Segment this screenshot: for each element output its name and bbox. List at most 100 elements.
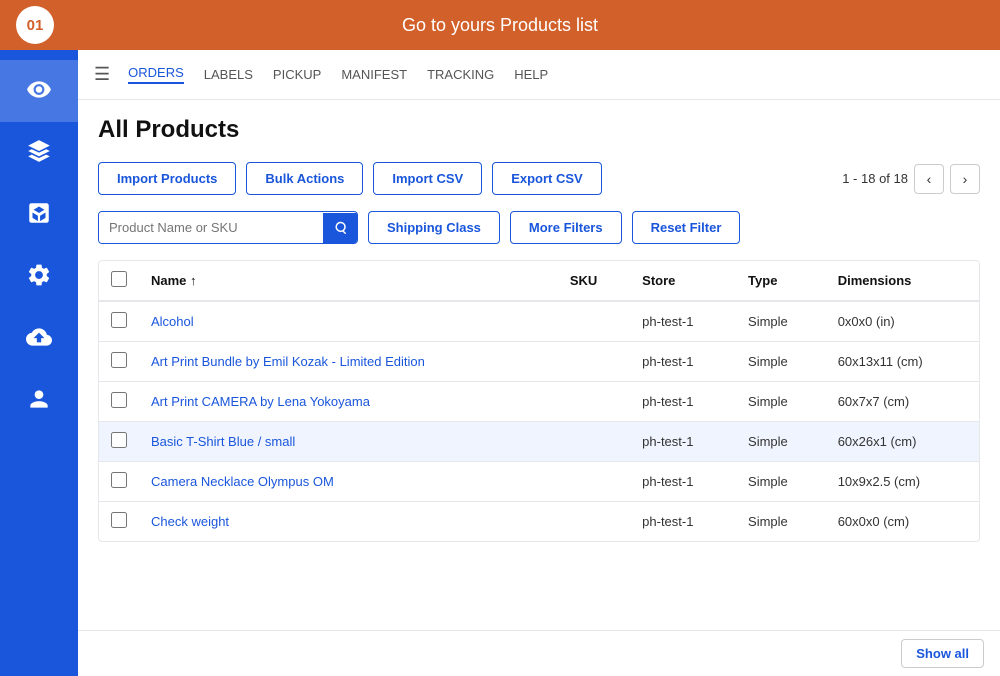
row-store: ph-test-1 [630, 301, 736, 342]
reset-filter-button[interactable]: Reset Filter [632, 211, 741, 244]
row-checkbox-0[interactable] [111, 312, 127, 328]
nav-labels[interactable]: LABELS [204, 67, 253, 82]
main-content: ☰ ORDERS LABELS PICKUP MANIFEST TRACKING… [78, 50, 1000, 676]
header-store: Store [630, 261, 736, 301]
search-button[interactable] [323, 213, 357, 243]
sidebar-item-box[interactable] [0, 184, 78, 246]
row-product-name[interactable]: Basic T-Shirt Blue / small [139, 422, 558, 462]
products-table-wrapper: Name ↑ SKU Store Type Dimensions Alcohol… [98, 260, 980, 542]
upload-icon [26, 324, 52, 355]
more-filters-button[interactable]: More Filters [510, 211, 622, 244]
row-type: Simple [736, 342, 826, 382]
row-product-name[interactable]: Art Print CAMERA by Lena Yokoyama [139, 382, 558, 422]
pagination-text: 1 - 18 of 18 [842, 171, 908, 186]
row-sku [558, 422, 630, 462]
row-sku [558, 462, 630, 502]
settings-icon [26, 262, 52, 293]
row-product-name[interactable]: Alcohol [139, 301, 558, 342]
table-header-row: Name ↑ SKU Store Type Dimensions [99, 261, 979, 301]
pagination-prev-button[interactable]: ‹ [914, 164, 944, 194]
app-logo: 01 [16, 6, 54, 44]
row-checkbox-1[interactable] [111, 352, 127, 368]
sidebar [0, 50, 78, 676]
row-checkbox-cell [99, 502, 139, 542]
sidebar-item-layers[interactable] [0, 122, 78, 184]
row-dimensions: 0x0x0 (in) [826, 301, 979, 342]
export-csv-button[interactable]: Export CSV [492, 162, 602, 195]
shipping-class-button[interactable]: Shipping Class [368, 211, 500, 244]
header-name[interactable]: Name ↑ [139, 261, 558, 301]
table-row: Check weight ph-test-1 Simple 60x0x0 (cm… [99, 502, 979, 542]
header-dimensions: Dimensions [826, 261, 979, 301]
row-sku [558, 301, 630, 342]
table-row: Basic T-Shirt Blue / small ph-test-1 Sim… [99, 422, 979, 462]
nav-help[interactable]: HELP [514, 67, 548, 82]
products-table: Name ↑ SKU Store Type Dimensions Alcohol… [99, 261, 979, 541]
layers-icon [26, 138, 52, 169]
row-checkbox-2[interactable] [111, 392, 127, 408]
select-all-checkbox[interactable] [111, 271, 127, 287]
top-bar: 01 Go to yours Products list [0, 0, 1000, 50]
pagination-info: 1 - 18 of 18 ‹ › [842, 164, 980, 194]
sidebar-item-upload[interactable] [0, 308, 78, 370]
sidebar-item-user[interactable] [0, 370, 78, 432]
nav-tracking[interactable]: TRACKING [427, 67, 494, 82]
row-sku [558, 382, 630, 422]
row-store: ph-test-1 [630, 382, 736, 422]
row-checkbox-4[interactable] [111, 472, 127, 488]
bottom-bar: Show all [78, 630, 1000, 676]
table-row: Art Print CAMERA by Lena Yokoyama ph-tes… [99, 382, 979, 422]
user-icon [26, 386, 52, 417]
header-type: Type [736, 261, 826, 301]
row-product-name[interactable]: Check weight [139, 502, 558, 542]
table-row: Art Print Bundle by Emil Kozak - Limited… [99, 342, 979, 382]
nav-bar: ☰ ORDERS LABELS PICKUP MANIFEST TRACKING… [78, 50, 1000, 100]
row-product-name[interactable]: Art Print Bundle by Emil Kozak - Limited… [139, 342, 558, 382]
row-type: Simple [736, 502, 826, 542]
table-row: Camera Necklace Olympus OM ph-test-1 Sim… [99, 462, 979, 502]
row-dimensions: 60x13x11 (cm) [826, 342, 979, 382]
top-bar-title: Go to yours Products list [402, 15, 598, 36]
nav-links: ORDERS LABELS PICKUP MANIFEST TRACKING H… [128, 65, 548, 84]
nav-pickup[interactable]: PICKUP [273, 67, 321, 82]
row-checkbox-cell [99, 462, 139, 502]
search-wrapper [98, 211, 358, 244]
search-input[interactable] [99, 212, 323, 243]
row-type: Simple [736, 301, 826, 342]
show-all-button[interactable]: Show all [901, 639, 984, 668]
pagination-next-button[interactable]: › [950, 164, 980, 194]
box-icon [26, 200, 52, 231]
eye-icon [26, 76, 52, 107]
row-store: ph-test-1 [630, 502, 736, 542]
row-sku [558, 502, 630, 542]
layout: ☰ ORDERS LABELS PICKUP MANIFEST TRACKING… [0, 50, 1000, 676]
row-checkbox-cell [99, 342, 139, 382]
page-content: All Products Import Products Bulk Action… [78, 100, 1000, 630]
row-type: Simple [736, 422, 826, 462]
import-csv-button[interactable]: Import CSV [373, 162, 482, 195]
row-dimensions: 60x7x7 (cm) [826, 382, 979, 422]
row-sku [558, 342, 630, 382]
toolbar: Import Products Bulk Actions Import CSV … [98, 162, 980, 195]
nav-orders[interactable]: ORDERS [128, 65, 184, 84]
row-checkbox-cell [99, 382, 139, 422]
row-type: Simple [736, 382, 826, 422]
header-sku: SKU [558, 261, 630, 301]
sidebar-item-eye[interactable] [0, 60, 78, 122]
row-checkbox-5[interactable] [111, 512, 127, 528]
row-store: ph-test-1 [630, 342, 736, 382]
row-type: Simple [736, 462, 826, 502]
filter-bar: Shipping Class More Filters Reset Filter [98, 211, 980, 244]
hamburger-menu[interactable]: ☰ [94, 64, 110, 85]
row-product-name[interactable]: Camera Necklace Olympus OM [139, 462, 558, 502]
header-checkbox-col [99, 261, 139, 301]
row-store: ph-test-1 [630, 422, 736, 462]
row-dimensions: 60x0x0 (cm) [826, 502, 979, 542]
bulk-actions-button[interactable]: Bulk Actions [246, 162, 363, 195]
row-dimensions: 10x9x2.5 (cm) [826, 462, 979, 502]
sidebar-item-settings[interactable] [0, 246, 78, 308]
row-checkbox-cell [99, 301, 139, 342]
nav-manifest[interactable]: MANIFEST [341, 67, 407, 82]
import-products-button[interactable]: Import Products [98, 162, 236, 195]
row-checkbox-3[interactable] [111, 432, 127, 448]
